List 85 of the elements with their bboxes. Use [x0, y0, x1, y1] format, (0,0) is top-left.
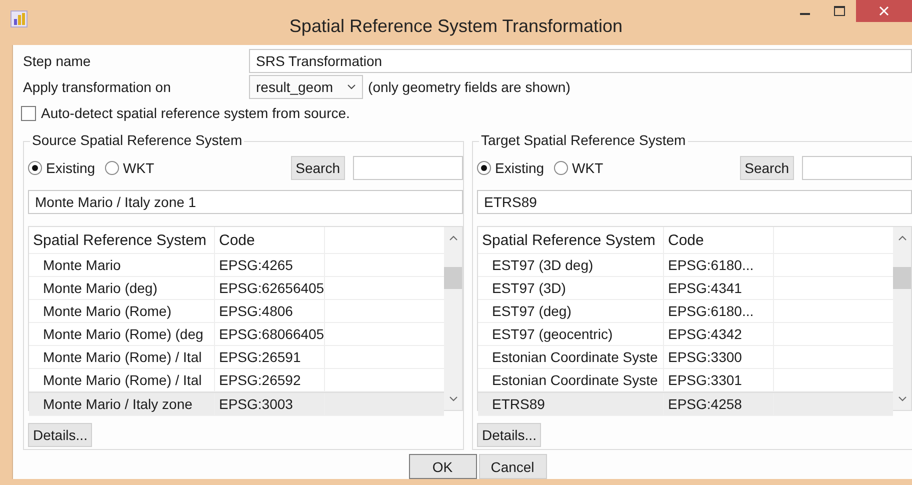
field-label: Step name — [23, 53, 92, 69]
maximize-icon — [834, 6, 844, 16]
selected-system-field[interactable]: ETRS89 — [477, 190, 912, 214]
radio-button[interactable] — [28, 161, 42, 175]
search-field[interactable] — [353, 156, 463, 180]
table-row[interactable]: Monte Mario (Rome) / Ital EPSG:26591 — [29, 346, 444, 369]
checkbox-label: Auto-detect spatial reference system from source. — [41, 105, 350, 121]
radio-label: WKT — [123, 160, 154, 176]
scroll-thumb[interactable] — [444, 267, 462, 289]
scroll-up-icon[interactable] — [898, 235, 906, 241]
table-cell: EST97 (3D deg) — [478, 254, 664, 276]
radio-button[interactable] — [105, 161, 120, 175]
table-cell: EPSG:4258 — [664, 393, 774, 415]
table-cell: Monte Mario (Rome) / Ital — [29, 369, 215, 391]
table-cell: EPSG:6180... — [664, 300, 774, 322]
group-title: Source Spatial Reference System — [30, 132, 244, 148]
table-cell: EPSG:3301 — [664, 369, 774, 391]
minimize-icon — [800, 13, 810, 15]
table-cell: Monte Mario — [29, 254, 215, 276]
scroll-thumb[interactable] — [893, 267, 911, 289]
table-cell: Monte Mario / Italy zone — [29, 393, 215, 415]
table-row[interactable]: EST97 (3D) EPSG:4341 — [478, 277, 893, 300]
table-cell: Estonian Coordinate Syste — [478, 369, 664, 391]
table-row[interactable]: Monte Mario / Italy zone EPSG:3003 — [29, 392, 444, 416]
search-button[interactable]: Search — [740, 156, 794, 180]
table-row[interactable]: Monte Mario (deg) EPSG:62656405 — [29, 277, 444, 300]
scroll-up-icon[interactable] — [448, 235, 458, 241]
table-cell: Monte Mario (Rome) / Ital — [29, 346, 215, 368]
table-row[interactable]: EST97 (geocentric) EPSG:4342 — [478, 323, 893, 346]
step-name-field[interactable]: SRS Transformation — [249, 49, 912, 73]
hint-text: (only geometry fields are shown) — [368, 79, 570, 95]
details-button[interactable]: Details... — [28, 423, 92, 447]
column-header[interactable]: Code — [215, 227, 325, 253]
chart-icon — [10, 10, 28, 28]
table-cell: EST97 (deg) — [478, 300, 664, 322]
table-row[interactable]: Monte Mario (Rome) EPSG:4806 — [29, 300, 444, 323]
table-cell: Monte Mario (Rome) — [29, 300, 215, 322]
group-title: Target Spatial Reference System — [479, 132, 688, 148]
table-cell: EST97 (3D) — [478, 277, 664, 299]
table-cell: Estonian Coordinate Syste — [478, 346, 664, 368]
cancel-button[interactable]: Cancel — [478, 454, 546, 479]
table-row[interactable]: EST97 (3D deg) EPSG:6180... — [478, 254, 893, 277]
radio-label: Existing — [46, 160, 96, 176]
chevron-down-icon — [347, 84, 356, 90]
table-cell: EPSG:26592 — [215, 369, 325, 391]
column-header[interactable]: Spatial Reference System — [29, 227, 215, 253]
radio-button[interactable] — [554, 161, 568, 175]
table-cell: ETRS89 — [478, 393, 664, 415]
scrollbar[interactable] — [893, 227, 911, 410]
field-label: Apply transformation on — [23, 79, 172, 95]
scrollbar[interactable] — [444, 227, 462, 410]
table-cell: EPSG:4341 — [664, 277, 774, 299]
selected-system-field[interactable]: Monte Mario / Italy zone 1 — [28, 190, 463, 214]
search-field[interactable] — [802, 156, 912, 180]
radio-label: Existing — [495, 160, 544, 176]
table-cell: Monte Mario (Rome) (deg — [29, 323, 215, 345]
table-row[interactable]: Estonian Coordinate Syste EPSG:3300 — [478, 346, 893, 369]
geometry-dropdown[interactable]: result_geom — [249, 75, 364, 99]
table-row[interactable]: Monte Mario EPSG:4265 — [29, 254, 444, 277]
checkbox[interactable] — [21, 106, 36, 120]
table-row[interactable]: ETRS89 EPSG:4258 — [478, 392, 893, 416]
column-header[interactable]: Code — [664, 227, 774, 253]
table-cell: EPSG:68066405 — [215, 323, 325, 345]
table-cell: Monte Mario (deg) — [29, 277, 215, 299]
table-cell: EPSG:3300 — [664, 346, 774, 368]
table-row[interactable]: Monte Mario (Rome) (deg EPSG:68066405 — [29, 323, 444, 346]
table-cell: EPSG:3003 — [215, 393, 325, 415]
scroll-down-icon[interactable] — [898, 396, 906, 402]
table-cell: EPSG:6180... — [664, 254, 774, 276]
table-cell: EPSG:62656405 — [215, 277, 325, 299]
column-header[interactable]: Spatial Reference System — [478, 227, 664, 253]
close-icon — [879, 6, 889, 16]
details-button[interactable]: Details... — [477, 423, 542, 447]
table-cell: EPSG:4265 — [215, 254, 325, 276]
table-cell: EPSG:4342 — [664, 323, 774, 345]
ok-button[interactable]: OK — [408, 454, 476, 479]
table-row[interactable]: EST97 (deg) EPSG:6180... — [478, 300, 893, 323]
table-cell: EST97 (geocentric) — [478, 323, 664, 345]
radio-button[interactable] — [477, 161, 491, 175]
table-cell: EPSG:4806 — [215, 300, 325, 322]
radio-label: WKT — [572, 160, 604, 176]
window-title: Spatial Reference System Transformation — [288, 16, 624, 37]
search-button[interactable]: Search — [290, 156, 345, 180]
scroll-down-icon[interactable] — [448, 396, 458, 402]
table-cell: EPSG:26591 — [215, 346, 325, 368]
